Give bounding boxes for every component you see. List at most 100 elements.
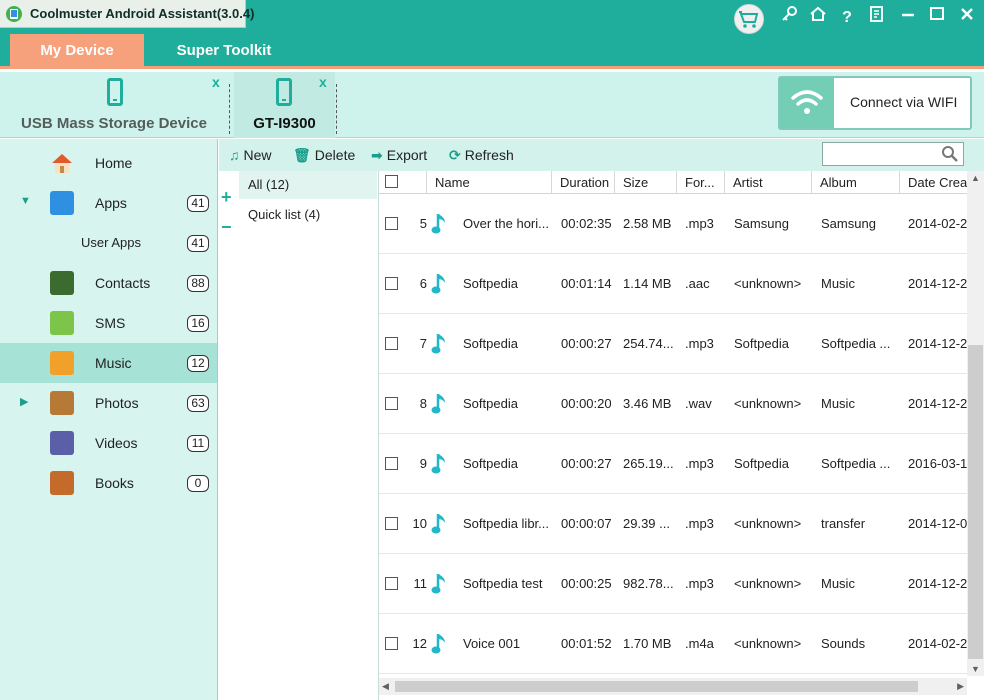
device-close-icon[interactable]: x <box>212 74 220 90</box>
table-row[interactable]: 11 Softpedia test 00:00:25 982.78... .mp3 <un… <box>379 554 967 614</box>
title-bar: Coolmuster Android Assistant(3.0.4) ? <box>0 0 984 34</box>
add-playlist-button[interactable]: + <box>221 187 232 208</box>
vertical-scrollbar[interactable]: ▲ ▼ <box>967 171 984 676</box>
table-row[interactable]: 5 Over the hori... 00:02:35 2.58 MB .mp3 Sams… <box>379 194 967 254</box>
horizontal-scrollbar[interactable]: ◀ ▶ <box>379 678 967 695</box>
refresh-button[interactable]: ⟳ Refresh <box>449 147 514 164</box>
column-header-format[interactable]: For... <box>677 171 725 193</box>
scroll-left-icon[interactable]: ◀ <box>382 681 389 692</box>
app-store-icon <box>50 191 74 215</box>
device-close-icon[interactable]: x <box>319 74 327 90</box>
scroll-right-icon[interactable]: ▶ <box>957 681 964 692</box>
help-icon[interactable]: ? <box>836 5 858 31</box>
table-row[interactable]: 9 Softpedia 00:00:27 265.19... .mp3 Softpedia… <box>379 434 967 494</box>
cell-format: .mp3 <box>685 576 714 591</box>
table-row[interactable]: 10 Softpedia libr... 00:00:07 29.39 ... .mp3… <box>379 494 967 554</box>
row-checkbox[interactable] <box>385 337 398 350</box>
count-badge: 41 <box>187 195 209 212</box>
horizontal-scroll-thumb[interactable] <box>395 681 918 692</box>
cell-date: 2014-02-2 <box>908 636 967 651</box>
count-badge: 16 <box>187 315 209 332</box>
sidebar-item-contacts[interactable]: Contacts 88 <box>0 263 217 303</box>
key-icon[interactable] <box>778 5 800 31</box>
playlist-all[interactable]: All (12) <box>239 171 377 199</box>
column-header-album[interactable]: Album <box>812 171 900 193</box>
refresh-button-label: Refresh <box>464 147 514 163</box>
column-header-name[interactable]: Name <box>427 171 552 193</box>
cell-name: Softpedia <box>463 456 518 471</box>
delete-button-label: Delete <box>314 147 356 163</box>
close-icon[interactable] <box>956 5 978 31</box>
sidebar-item-books[interactable]: Books 0 <box>0 463 217 503</box>
search-icon[interactable] <box>941 145 959 163</box>
column-header-duration[interactable]: Duration <box>552 171 615 193</box>
cart-button[interactable] <box>734 4 764 34</box>
cell-name: Softpedia <box>463 396 518 411</box>
minimize-icon[interactable] <box>897 5 919 31</box>
sidebar-item-apps[interactable]: ▼ Apps 41 <box>0 183 217 223</box>
search-input[interactable] <box>822 142 964 166</box>
tab-my-device[interactable]: My Device <box>10 34 144 69</box>
cell-date: 2014-12-0 <box>908 516 967 531</box>
cell-album: Softpedia ... <box>821 336 891 351</box>
device-tab-gt-i9300[interactable]: x GT-I9300 <box>234 72 335 138</box>
table-row[interactable]: 8 Softpedia 00:00:20 3.46 MB .wav <unknown> Mu… <box>379 374 967 434</box>
row-checkbox[interactable] <box>385 637 398 650</box>
row-checkbox[interactable] <box>385 217 398 230</box>
vertical-scroll-thumb[interactable] <box>968 345 983 659</box>
music-note-icon <box>431 394 445 414</box>
expand-right-icon[interactable]: ▶ <box>20 395 28 408</box>
maximize-icon[interactable] <box>926 5 948 31</box>
column-header-date[interactable]: Date Crea <box>900 171 967 193</box>
connect-wifi-button[interactable]: Connect via WIFI <box>778 76 972 130</box>
cell-duration: 00:00:27 <box>561 336 612 351</box>
device-tab-usb[interactable]: x USB Mass Storage Device <box>0 72 228 138</box>
row-checkbox[interactable] <box>385 517 398 530</box>
select-all-checkbox[interactable] <box>385 175 398 188</box>
feedback-icon[interactable] <box>866 5 888 31</box>
cell-artist: Softpedia <box>734 336 789 351</box>
expand-down-icon[interactable]: ▼ <box>20 195 31 207</box>
column-header-artist[interactable]: Artist <box>725 171 812 193</box>
cell-duration: 00:00:07 <box>561 516 612 531</box>
row-checkbox[interactable] <box>385 577 398 590</box>
scroll-up-icon[interactable]: ▲ <box>971 173 980 183</box>
count-badge: 11 <box>187 435 209 452</box>
cell-duration: 00:01:52 <box>561 636 612 651</box>
home-icon[interactable] <box>807 5 829 31</box>
refresh-icon: ⟳ <box>449 147 461 163</box>
scroll-down-icon[interactable]: ▼ <box>971 664 980 674</box>
tab-super-toolkit[interactable]: Super Toolkit <box>158 34 290 69</box>
sidebar-item-label: Music <box>95 355 132 371</box>
sidebar-item-home[interactable]: Home <box>0 143 217 183</box>
table-row[interactable]: 7 Softpedia 00:00:27 254.74... .mp3 Softpedia… <box>379 314 967 374</box>
cell-format: .aac <box>685 276 710 291</box>
playlist-quick-list[interactable]: Quick list (4) <box>239 201 377 229</box>
home-glyph-icon <box>810 6 826 21</box>
sidebar-item-music[interactable]: Music 12 <box>0 343 217 383</box>
column-header-select[interactable] <box>379 171 427 193</box>
new-button-label: New <box>243 147 272 163</box>
new-button[interactable]: ♫ New <box>229 147 272 163</box>
sidebar-item-user-apps[interactable]: User Apps 41 <box>0 223 217 263</box>
sidebar-item-photos[interactable]: ▶ Photos 63 <box>0 383 217 423</box>
table-row[interactable]: 6 Softpedia 00:01:14 1.14 MB .aac <unknown> Mu… <box>379 254 967 314</box>
remove-playlist-button[interactable]: − <box>221 217 232 238</box>
row-checkbox[interactable] <box>385 397 398 410</box>
cell-album: Sounds <box>821 636 866 651</box>
row-checkbox[interactable] <box>385 277 398 290</box>
device-label: GT-I9300 <box>253 115 316 132</box>
sidebar-item-sms[interactable]: SMS 16 <box>0 303 217 343</box>
contacts-book-icon <box>50 271 74 295</box>
column-header-size[interactable]: Size <box>615 171 677 193</box>
export-arrow-icon: ➡ <box>371 147 383 163</box>
video-clapper-icon <box>50 431 74 455</box>
row-checkbox[interactable] <box>385 457 398 470</box>
sidebar-item-videos[interactable]: Videos 11 <box>0 423 217 463</box>
count-badge: 63 <box>187 395 209 412</box>
export-button[interactable]: ➡ Export <box>371 147 427 164</box>
delete-button[interactable]: 🗑 Delete <box>293 147 355 164</box>
table-row[interactable]: 12 Voice 001 00:01:52 1.70 MB .m4a <unknown> S… <box>379 614 967 674</box>
cell-artist: Samsung <box>734 216 789 231</box>
cell-artist: <unknown> <box>734 276 802 291</box>
